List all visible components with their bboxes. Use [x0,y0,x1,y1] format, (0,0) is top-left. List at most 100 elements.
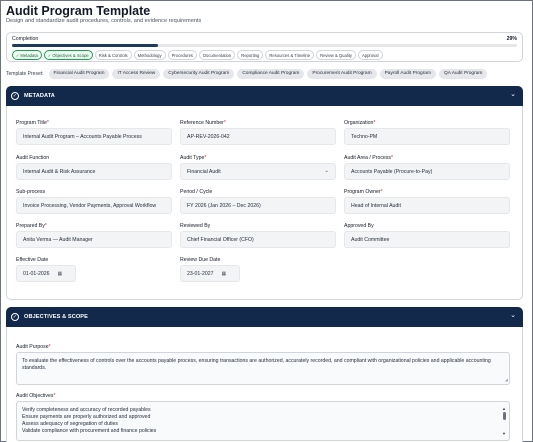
audit-function-input[interactable]: Internal Audit & Risk Assurance [16,163,172,180]
prepared-by-label: Prepared By* [16,223,47,229]
reference-number-input[interactable]: AP-REV-2026-042 [180,128,336,145]
completion-card: Completion 29% ✓Metadata ✓Objectives & Sc… [6,32,523,62]
step-chip[interactable]: Approval [357,50,383,60]
step-label: Procedures [171,52,193,58]
program-title-label: Program Title* [16,120,49,126]
completion-percent: 29% [506,36,517,42]
preset-chip[interactable]: QA Audit Program [438,69,488,79]
review-due-date-input[interactable]: 23-01-2027 ▦ [180,265,240,282]
audit-type-select[interactable]: Financial Audit ⌄ [180,163,336,180]
chevron-down-icon: ⌄ [324,168,329,174]
sub-process-label: Sub-process [16,189,46,195]
reviewed-by-field: Reviewed By Chief Financial Officer (CFO… [180,223,336,248]
reference-number-label: Reference Number* [180,120,226,126]
step-label: Objectives & Scope [52,52,89,58]
metadata-section-body: Program Title* Internal Audit Program – … [6,106,523,300]
preset-chip[interactable]: IT Access Review [112,69,161,79]
effective-date-field: Effective Date 01-01-2026 ▦ [16,257,86,282]
step-chip[interactable]: ✓Objectives & Scope [43,50,93,60]
step-label: Methodology [137,52,162,58]
completion-label: Completion [12,36,39,42]
step-label: Approval [361,52,379,58]
check-circle-icon: ✓ [16,52,20,58]
completion-progress-fill [12,44,159,47]
step-chip[interactable]: Resources & Timeline [265,50,315,60]
audit-area-input[interactable]: Accounts Payable (Procure-to-Pay) [344,163,510,180]
program-title-field: Program Title* Internal Audit Program – … [16,120,172,145]
period-field: Period / Cycle FY 2026 (Jan 2026 – Dec 2… [180,189,336,214]
step-chip[interactable]: Reporting [237,50,264,60]
step-chip[interactable]: Review & Quality [316,50,356,60]
review-due-date-field: Review Due Date 23-01-2027 ▦ [180,257,250,282]
sub-process-input[interactable]: Invoice Processing, Vendor Payments, App… [16,197,172,214]
period-input[interactable]: FY 2026 (Jan 2026 – Dec 2026) [180,197,336,214]
step-label: Risk & Controls [98,52,128,58]
approved-by-field: Approved By Audit Committee [344,223,510,248]
audit-purpose-label: Audit Purpose* [16,344,51,350]
period-label: Period / Cycle [180,189,213,195]
chevron-down-icon[interactable]: ⌄ [510,312,516,320]
step-label: Documentation [203,52,232,58]
preset-chip[interactable]: Compliance Audit Program [237,69,305,79]
preset-chip[interactable]: Procurement Audit Program [307,69,377,79]
audit-function-field: Audit Function Internal Audit & Risk Ass… [16,155,172,180]
reference-number-field: Reference Number* AP-REV-2026-042 [180,120,336,145]
audit-objective-line: Ensure payments are properly authorized … [22,414,151,420]
audit-objective-line: Verify completeness and accuracy of reco… [22,407,151,413]
objectives-section-header[interactable]: ✓ OBJECTIVES & SCOPE ⌄ [6,307,523,327]
scroll-down-icon[interactable]: ▼ [502,430,506,437]
audit-objectives-textarea[interactable]: Verify completeness and accuracy of reco… [16,401,510,441]
chevron-down-icon[interactable]: ⌄ [510,91,516,99]
step-chip[interactable]: Methodology [133,50,166,60]
organization-input[interactable]: Techno-PM [344,128,510,145]
effective-date-input[interactable]: 01-01-2026 ▦ [16,265,76,282]
objectives-section-body: Audit Purpose* To evaluate the effective… [6,327,523,442]
step-label: Review & Quality [320,52,352,58]
program-owner-field: Program Owner* Head of Internal Audit [344,189,510,214]
sub-process-field: Sub-process Invoice Processing, Vendor P… [16,189,172,214]
completion-progress-bar [12,44,517,47]
metadata-section-title: METADATA [24,93,55,99]
scrollbar-thumb[interactable] [503,412,506,420]
step-chip[interactable]: Risk & Controls [94,50,132,60]
review-due-date-value: 23-01-2027 [187,270,214,277]
calendar-icon[interactable]: ▦ [222,271,227,277]
resize-handle-icon[interactable]: ◢ [505,376,508,383]
step-chip[interactable]: Procedures [167,50,197,60]
program-title-input[interactable]: Internal Audit Program – Accounts Payabl… [16,128,172,145]
audit-purpose-textarea[interactable]: To evaluate the effectiveness of control… [16,352,510,385]
preset-chip[interactable]: Financial Audit Program [48,69,110,79]
step-chip[interactable]: ✓Metadata [12,50,42,60]
check-circle-icon: ✓ [11,92,19,100]
scroll-up-icon[interactable]: ▲ [502,405,506,412]
page-title: Audit Program Template [6,4,151,18]
approved-by-input[interactable]: Audit Committee [344,231,510,248]
section-steps: ✓Metadata ✓Objectives & Scope Risk & Contr… [12,50,383,60]
check-circle-icon: ✓ [47,52,52,58]
step-label: Reporting [241,52,260,58]
effective-date-value: 01-01-2026 [23,270,50,277]
audit-purpose-line: To evaluate the effectiveness of control… [22,358,491,364]
organization-label: Organization* [344,120,376,126]
audit-area-label: Audit Area / Process* [344,155,394,161]
review-due-date-label: Review Due Date [180,257,221,263]
audit-objectives-label: Audit Objectives* [16,393,56,399]
metadata-section-header[interactable]: ✓ METADATA ⌄ [6,86,523,106]
calendar-icon[interactable]: ▦ [58,271,63,277]
program-owner-input[interactable]: Head of Internal Audit [344,197,510,214]
objectives-section-title: OBJECTIVES & SCOPE [24,314,88,320]
prepared-by-input[interactable]: Anita Verma — Audit Manager [16,231,172,248]
approved-by-label: Approved By [344,223,374,229]
preset-chip[interactable]: Payroll Audit Program [379,69,436,79]
audit-type-label: Audit Type* [180,155,207,161]
template-preset-row: Template Preset: Financial Audit Program… [6,69,488,79]
scrollbar[interactable]: ▲ ▼ [502,405,507,437]
audit-type-field: Audit Type* Financial Audit ⌄ [180,155,336,180]
audit-objectives-field: Audit Objectives* Verify completeness an… [16,393,510,441]
step-chip[interactable]: Documentation [199,50,236,60]
effective-date-label: Effective Date [16,257,49,263]
preset-chip[interactable]: Cybersecurity Audit Program [163,69,235,79]
reviewed-by-input[interactable]: Chief Financial Officer (CFO) [180,231,336,248]
step-label: Metadata [20,52,38,58]
program-owner-label: Program Owner* [344,189,383,195]
